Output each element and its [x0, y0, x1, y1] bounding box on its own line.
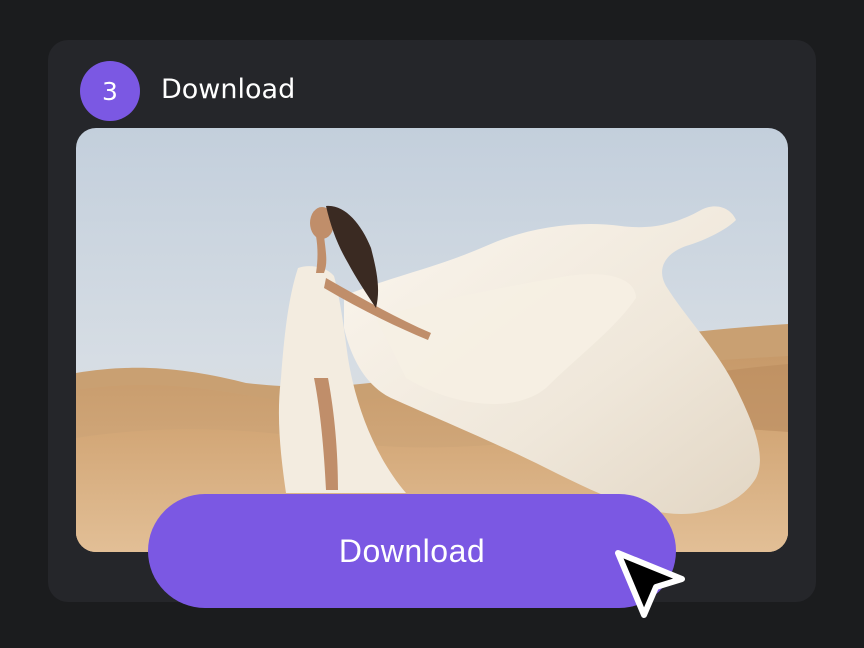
mouse-cursor-arrow-icon	[615, 550, 685, 618]
desert-photo-icon	[76, 128, 788, 552]
step-number-badge: 3	[80, 61, 140, 121]
download-button-label: Download	[338, 532, 486, 569]
step-number: 3	[102, 76, 118, 106]
preview-image	[76, 128, 788, 552]
step-title: Download	[161, 74, 296, 105]
download-button[interactable]: Download	[148, 494, 676, 608]
